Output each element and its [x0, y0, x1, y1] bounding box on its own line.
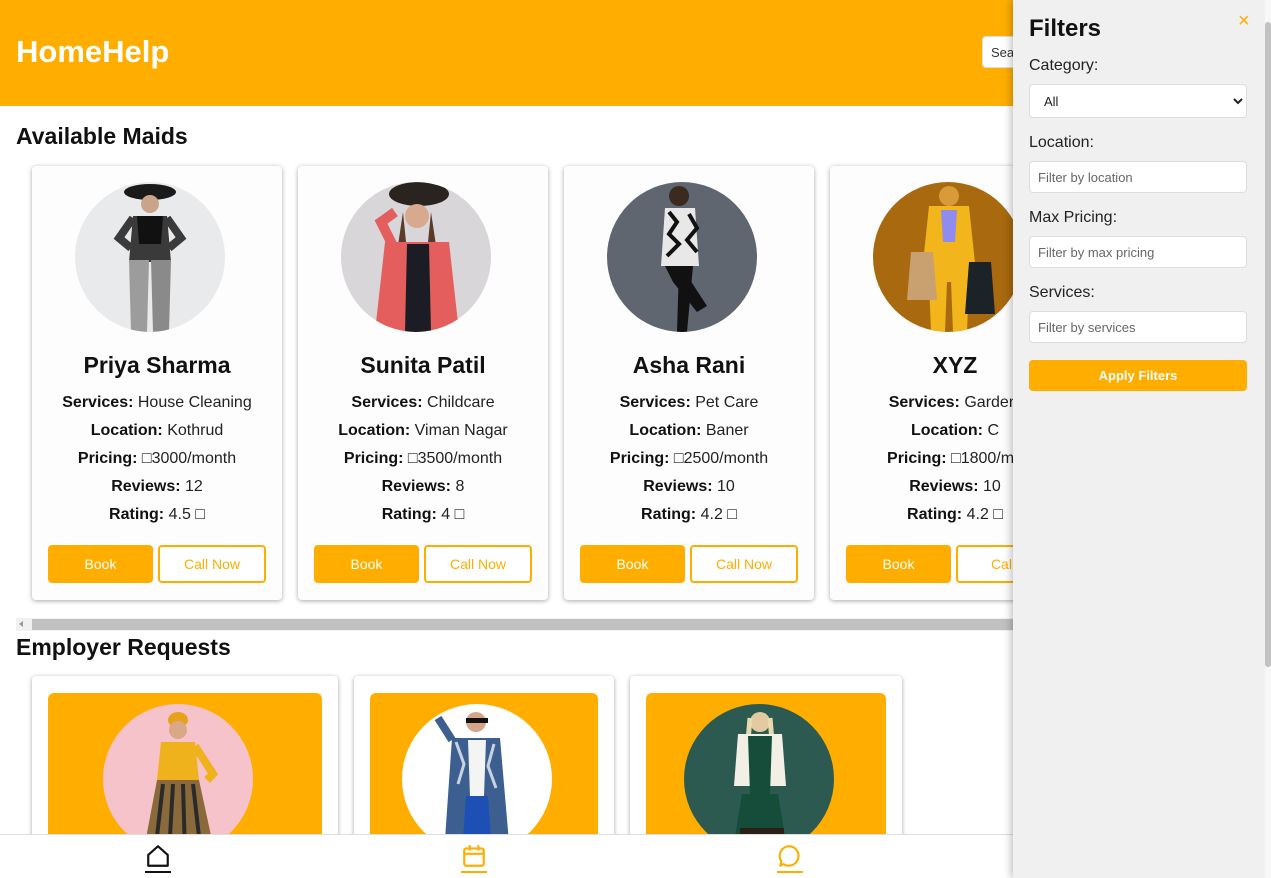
scroll-left-arrow-icon[interactable]	[19, 621, 23, 627]
maid-reviews: Reviews: 12	[111, 478, 203, 495]
maid-rating: Rating: 4 □	[381, 506, 465, 523]
nav-chat[interactable]	[775, 843, 805, 873]
maid-rating: Rating: 4.2 □	[641, 506, 737, 523]
maid-pricing: Pricing: □1800/mo	[887, 450, 1013, 467]
maid-services: Services: House Cleaning	[62, 394, 252, 411]
employer-photo	[684, 704, 834, 854]
maid-pricing: Pricing: □3000/month	[77, 450, 237, 467]
maid-services: Services: Pet Care	[619, 394, 759, 411]
location-filter-input[interactable]	[1029, 161, 1247, 193]
bottom-nav	[0, 834, 1013, 878]
employer-photo	[402, 704, 552, 854]
location-label: Location:	[1029, 134, 1094, 151]
maid-photo	[75, 182, 225, 332]
app-title: HomeHelp	[16, 34, 170, 69]
chat-icon	[778, 845, 800, 867]
maid-rating: Rating: 4.5 □	[109, 506, 205, 523]
maid-location: Location: Viman Nagar	[338, 422, 508, 439]
vertical-scrollbar[interactable]	[1265, 0, 1271, 878]
maid-card: Sunita Patil Services: Childcare Locatio…	[298, 166, 548, 600]
maid-pricing: Pricing: □3500/month	[343, 450, 503, 467]
book-button[interactable]: Book	[846, 545, 951, 583]
services-filter-input[interactable]	[1029, 311, 1247, 343]
nav-home[interactable]	[143, 843, 173, 873]
maid-name: XYZ	[932, 352, 978, 378]
maid-photo	[607, 182, 757, 332]
book-button[interactable]: Book	[314, 545, 419, 583]
maid-name: Sunita Patil	[360, 352, 486, 378]
category-label: Category:	[1029, 57, 1099, 74]
close-icon[interactable]: ×	[1238, 11, 1250, 31]
scrollbar-thumb[interactable]	[32, 619, 1013, 630]
maid-reviews: Reviews: 10	[909, 478, 1001, 495]
employer-photo	[103, 704, 253, 854]
maid-card: Priya Sharma Services: House Cleaning Lo…	[32, 166, 282, 600]
maid-services: Services: Childcare	[351, 394, 495, 411]
vertical-scrollbar-thumb[interactable]	[1265, 22, 1271, 667]
horizontal-scrollbar[interactable]	[16, 618, 1013, 631]
call-now-button[interactable]: Call N	[956, 545, 1013, 583]
max-pricing-label: Max Pricing:	[1029, 209, 1118, 226]
maid-services: Services: Gardeni	[888, 394, 1013, 411]
book-button[interactable]: Book	[580, 545, 685, 583]
maid-card: XYZ Services: Gardeni Location: C Pricin…	[830, 166, 1013, 600]
maid-pricing: Pricing: □2500/month	[609, 450, 769, 467]
maid-card: Asha Rani Services: Pet Care Location: B…	[564, 166, 814, 600]
maid-reviews: Reviews: 8	[381, 478, 465, 495]
home-icon	[147, 845, 169, 867]
call-now-button[interactable]: Call Now	[158, 545, 266, 583]
maid-photo	[341, 182, 491, 332]
maid-location: Location: Kothrud	[90, 422, 224, 439]
calendar-icon	[463, 845, 485, 867]
employer-requests-heading: Employer Requests	[16, 634, 231, 660]
nav-home-indicator	[145, 871, 171, 873]
category-select[interactable]: All	[1029, 84, 1247, 118]
nav-bookings-indicator	[461, 871, 487, 873]
call-now-button[interactable]: Call Now	[424, 545, 532, 583]
max-pricing-filter-input[interactable]	[1029, 236, 1247, 268]
nav-chat-indicator	[777, 871, 803, 873]
filters-title: Filters	[1029, 15, 1102, 42]
maid-rating: Rating: 4.2 □	[907, 506, 1003, 523]
maid-reviews: Reviews: 10	[643, 478, 735, 495]
book-button[interactable]: Book	[48, 545, 153, 583]
apply-filters-button[interactable]: Apply Filters	[1029, 360, 1247, 391]
maid-photo	[873, 182, 1013, 332]
call-now-button[interactable]: Call Now	[690, 545, 798, 583]
maid-name: Priya Sharma	[83, 352, 231, 378]
maid-name: Asha Rani	[632, 352, 746, 378]
filters-panel: Filters × Category: All Location: Max Pr…	[1013, 0, 1271, 878]
available-maids-heading: Available Maids	[16, 123, 188, 149]
nav-bookings[interactable]	[459, 843, 489, 873]
services-label: Services:	[1029, 284, 1095, 301]
maid-location: Location: C	[910, 422, 999, 439]
maids-carousel[interactable]: Priya Sharma Services: House Cleaning Lo…	[0, 160, 1013, 620]
maid-location: Location: Baner	[629, 422, 749, 439]
